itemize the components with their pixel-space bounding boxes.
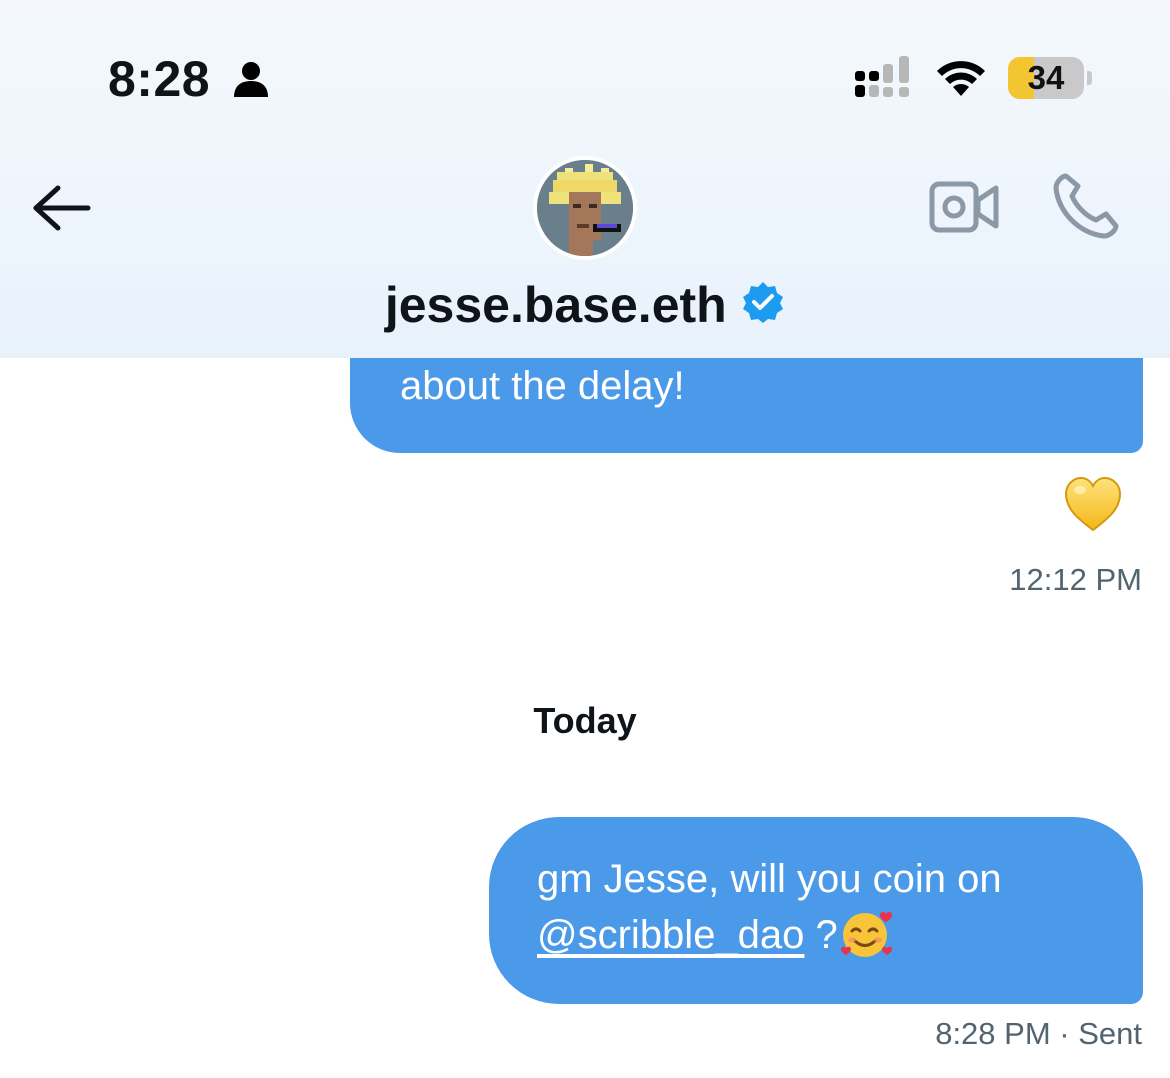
message-timestamp-status: 8:28 PM · Sent: [935, 1016, 1142, 1052]
contact-name[interactable]: jesse.base.eth: [385, 277, 727, 333]
message-text: about the delay!: [400, 364, 685, 408]
back-button[interactable]: [30, 180, 94, 236]
mention-link[interactable]: @scribble_dao: [537, 913, 804, 957]
chat-header: 8:28 34 jesse.base.eth: [0, 0, 1170, 358]
wifi-icon: [937, 61, 985, 96]
verified-badge-icon: [743, 282, 784, 323]
contact-name-row[interactable]: jesse.base.eth: [0, 276, 1170, 336]
phone-icon: [1053, 173, 1119, 239]
cellular-signal-icon: [855, 56, 909, 97]
message-timestamp: 12:12 PM: [1009, 562, 1142, 597]
contact-avatar[interactable]: [533, 156, 637, 260]
video-call-button[interactable]: [928, 176, 1002, 238]
date-divider: Today: [533, 700, 637, 741]
yellow-heart-reaction[interactable]: [1062, 474, 1124, 536]
phone-call-button[interactable]: [1050, 170, 1122, 242]
smiling-face-with-hearts-icon: [840, 912, 892, 958]
message-bubble-latest[interactable]: gm Jesse, will you coin on @scribble_dao…: [489, 817, 1143, 1004]
message-timestamp: 8:28 PM: [935, 1016, 1051, 1051]
battery-icon: 34: [1008, 57, 1084, 99]
person-icon: [234, 62, 268, 97]
yellow-heart-icon: [1064, 476, 1122, 532]
battery-cap: [1087, 71, 1092, 85]
status-time: 8:28: [108, 51, 211, 107]
message-status: · Sent: [1059, 1016, 1142, 1051]
message-text-line2: @scribble_dao ?: [537, 907, 1113, 963]
message-text-line1: gm Jesse, will you coin on: [537, 857, 1002, 901]
pixel-punk-avatar-icon: [537, 160, 633, 256]
arrow-left-icon: [33, 185, 91, 231]
battery-level: 34: [1027, 59, 1065, 96]
message-suffix: ?: [815, 913, 838, 957]
video-camera-icon: [929, 181, 999, 233]
